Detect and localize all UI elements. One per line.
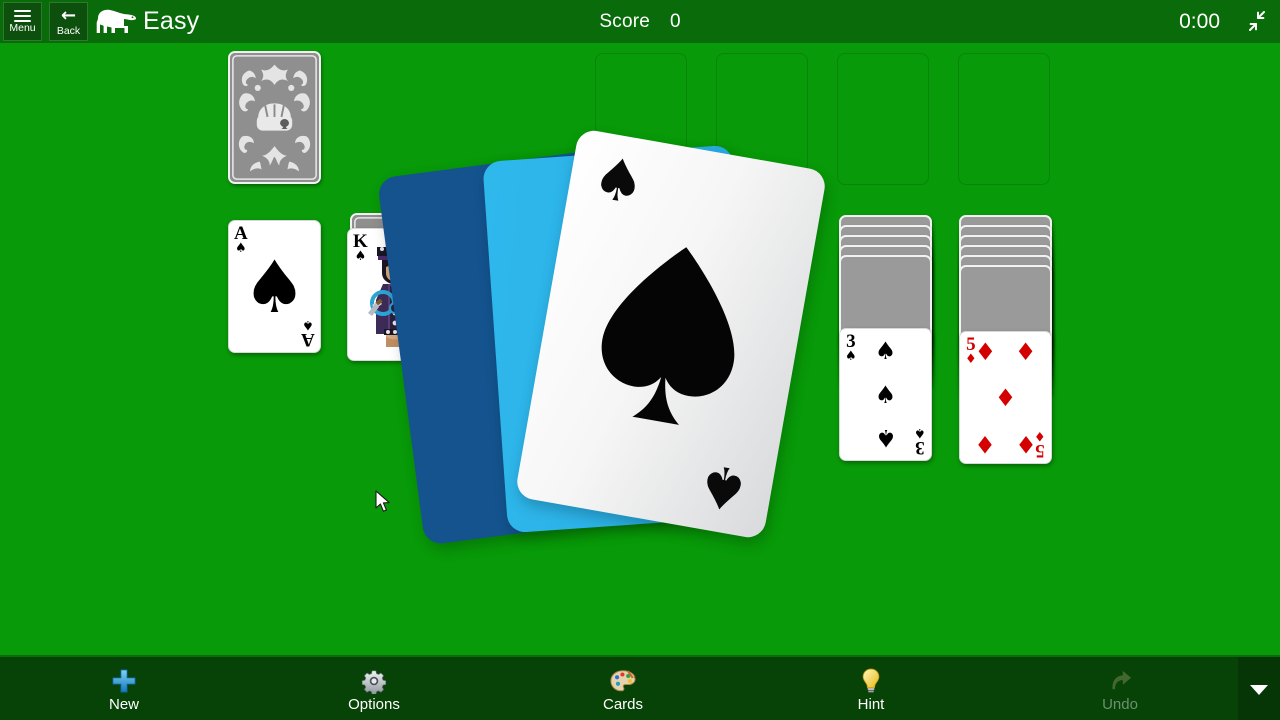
card-pip: ♠ (874, 380, 897, 409)
hint-label: Hint (857, 696, 885, 713)
chevron-down-icon (1250, 684, 1268, 695)
expand-toolbar-button[interactable] (1238, 657, 1280, 720)
back-arrow-icon: ← (60, 5, 77, 26)
undo-arrow-icon (1107, 666, 1133, 696)
back-button[interactable]: ← Back (49, 2, 88, 41)
card-pip: ♦ (974, 429, 997, 458)
card-corner-bottom-right: 5 ♦ (1034, 428, 1046, 461)
restore-down-icon[interactable] (1242, 6, 1272, 36)
card-pip: ♦ (994, 383, 1017, 412)
splash-card-back-light (482, 144, 758, 534)
card-pip: ♦ (974, 337, 997, 366)
timer-display: 0:00 (1179, 10, 1220, 33)
options-label: Options (348, 696, 400, 713)
palette-icon (609, 666, 637, 696)
page-title: Easy (143, 7, 200, 35)
king-face-illustration (364, 243, 426, 351)
mouse-cursor (375, 490, 393, 514)
card-pip: ♠ (874, 424, 897, 453)
card-rank: A (301, 329, 315, 350)
splash-card-center-suit-icon (514, 128, 827, 540)
foundation-slot-3[interactable] (837, 53, 929, 185)
card-corner-bottom-right: A ♠ (301, 317, 315, 350)
game-board: A ♠ ♠ A ♠ K ♠ 3 ♠ ♠ ♠ ♠ 3 ♠ 5 ♦ ♦ ♦ ♦ ♦ … (0, 43, 1280, 655)
menu-button-label: Menu (9, 22, 36, 34)
splash-card-ace-spades: ♠ ♠ (514, 127, 828, 541)
new-game-label: New (108, 696, 139, 713)
foundation-slot-2[interactable] (716, 53, 808, 185)
splash-card-corner-suit-icon: ♠ (691, 449, 755, 526)
plus-icon (111, 666, 137, 696)
header-bar: Menu ← Back Easy Score 0 0:00 (0, 0, 1280, 43)
polar-bear-icon (95, 6, 137, 37)
cards-button[interactable]: Cards (548, 657, 698, 720)
card-rank: 3 (915, 437, 925, 458)
foundation-slot-1[interactable] (595, 53, 687, 185)
cards-label: Cards (602, 696, 643, 713)
bottom-toolbar: New Options Cards Hint Undo (0, 655, 1280, 720)
gear-icon (361, 666, 387, 696)
card-suit-icon: ♠ (914, 425, 926, 440)
tableau-card-king-spades[interactable]: K ♠ (347, 228, 440, 361)
card-suit-icon: ♦ (1034, 428, 1046, 443)
undo-button[interactable]: Undo (1045, 657, 1195, 720)
menu-button[interactable]: Menu (3, 2, 42, 41)
card-pip-layout: ♠ ♠ ♠ (854, 337, 917, 452)
score-value: 0 (670, 10, 681, 32)
tableau-card-5-diamonds[interactable]: 5 ♦ ♦ ♦ ♦ ♦ ♦ 5 ♦ (959, 331, 1052, 464)
foundation-slot-4[interactable] (958, 53, 1050, 185)
card-pip: ♠ (874, 336, 897, 365)
card-suit-icon: ♠ (302, 317, 314, 332)
card-pip-layout: ♦ ♦ ♦ ♦ ♦ (974, 337, 1037, 458)
hamburger-icon (14, 10, 31, 22)
score-label: Score (599, 10, 651, 32)
options-button[interactable]: Options (299, 657, 449, 720)
back-button-label: Back (56, 25, 81, 37)
tableau-card-3-spades[interactable]: 3 ♠ ♠ ♠ ♠ 3 ♠ (839, 328, 932, 461)
card-corner-bottom-right: 3 ♠ (914, 425, 926, 458)
stock-pile[interactable] (228, 51, 321, 184)
hint-button[interactable]: Hint (796, 657, 946, 720)
solitaire-game-window: Menu ← Back Easy Score 0 0:00 A ♠ ♠ A ♠ … (0, 0, 1280, 720)
new-game-button[interactable]: New (49, 657, 199, 720)
card-pip: ♦ (1014, 337, 1037, 366)
tableau-card-ace-spades[interactable]: A ♠ ♠ A ♠ (228, 220, 321, 353)
undo-label: Undo (1102, 696, 1138, 713)
lightbulb-icon (860, 666, 882, 696)
card-rank: 5 (1035, 440, 1045, 461)
